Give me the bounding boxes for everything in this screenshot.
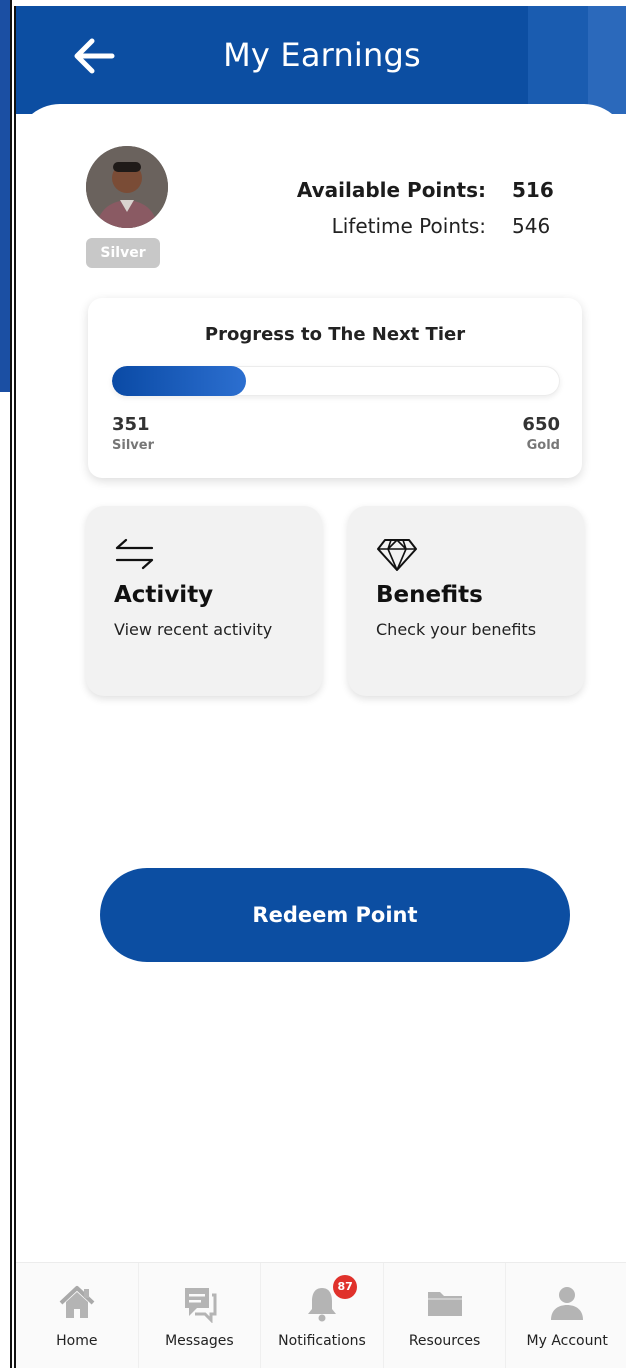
- tab-notifications[interactable]: 87 Notifications: [261, 1263, 384, 1368]
- earnings-screen: My Earnings Silver Available Points: 516…: [14, 6, 626, 1368]
- notification-count-badge: 87: [333, 1275, 358, 1299]
- tab-label: My Account: [526, 1333, 608, 1349]
- lifetime-points-row: Lifetime Points: 546: [331, 214, 551, 238]
- tab-resources[interactable]: Resources: [384, 1263, 507, 1368]
- messages-icon: [185, 1288, 217, 1323]
- available-points-row: Available Points: 516: [296, 178, 554, 202]
- progress-max-tier: Gold: [526, 438, 560, 453]
- available-points-label: Available Points:: [296, 178, 486, 202]
- benefits-label: Benefits: [376, 582, 483, 608]
- folder-icon: [427, 1292, 462, 1316]
- tab-label: Resources: [408, 1333, 481, 1349]
- app-header: My Earnings: [16, 6, 626, 114]
- divider: [10, 0, 12, 1368]
- activity-subtitle: View recent activity: [114, 620, 273, 639]
- progress-min-tier: Silver: [112, 438, 154, 453]
- tier-progress-card: Progress to The Next Tier 351 Silver 650…: [88, 298, 582, 478]
- redeem-point-button[interactable]: Redeem Point: [100, 868, 570, 962]
- benefits-subtitle: Check your benefits: [376, 620, 537, 639]
- avatar[interactable]: [86, 146, 168, 228]
- tab-my-account[interactable]: My Account: [506, 1263, 626, 1368]
- user-icon: [551, 1287, 584, 1320]
- previous-screen-header: [0, 0, 10, 392]
- swap-arrows-icon: [115, 538, 154, 570]
- activity-tile[interactable]: Activity View recent activity: [86, 506, 322, 696]
- activity-label: Activity: [114, 582, 214, 608]
- diamond-icon: [377, 539, 417, 571]
- previous-screen-edge: [0, 0, 14, 1368]
- bottom-tab-bar: Home Messages 87 Notifications Resources…: [16, 1262, 626, 1368]
- avatar-photo: [86, 146, 168, 228]
- progress-track: [112, 366, 560, 396]
- progress-min-value: 351: [112, 414, 150, 435]
- tier-badge: Silver: [86, 238, 160, 268]
- tab-label: Home: [56, 1333, 98, 1349]
- home-icon: [59, 1286, 95, 1318]
- tab-home[interactable]: Home: [16, 1263, 139, 1368]
- lifetime-points-value: 546: [512, 214, 551, 238]
- lifetime-points-label: Lifetime Points:: [331, 214, 486, 238]
- progress-fill: [112, 366, 247, 396]
- page-title: My Earnings: [223, 36, 421, 74]
- content-sheet: [16, 104, 626, 1368]
- progress-max-value: 650: [522, 414, 560, 435]
- progress-title: Progress to The Next Tier: [204, 324, 466, 345]
- tab-label: Notifications: [278, 1333, 366, 1349]
- available-points-value: 516: [512, 178, 554, 202]
- tab-messages[interactable]: Messages: [139, 1263, 262, 1368]
- tab-label: Messages: [165, 1333, 234, 1349]
- benefits-tile[interactable]: Benefits Check your benefits: [348, 506, 584, 696]
